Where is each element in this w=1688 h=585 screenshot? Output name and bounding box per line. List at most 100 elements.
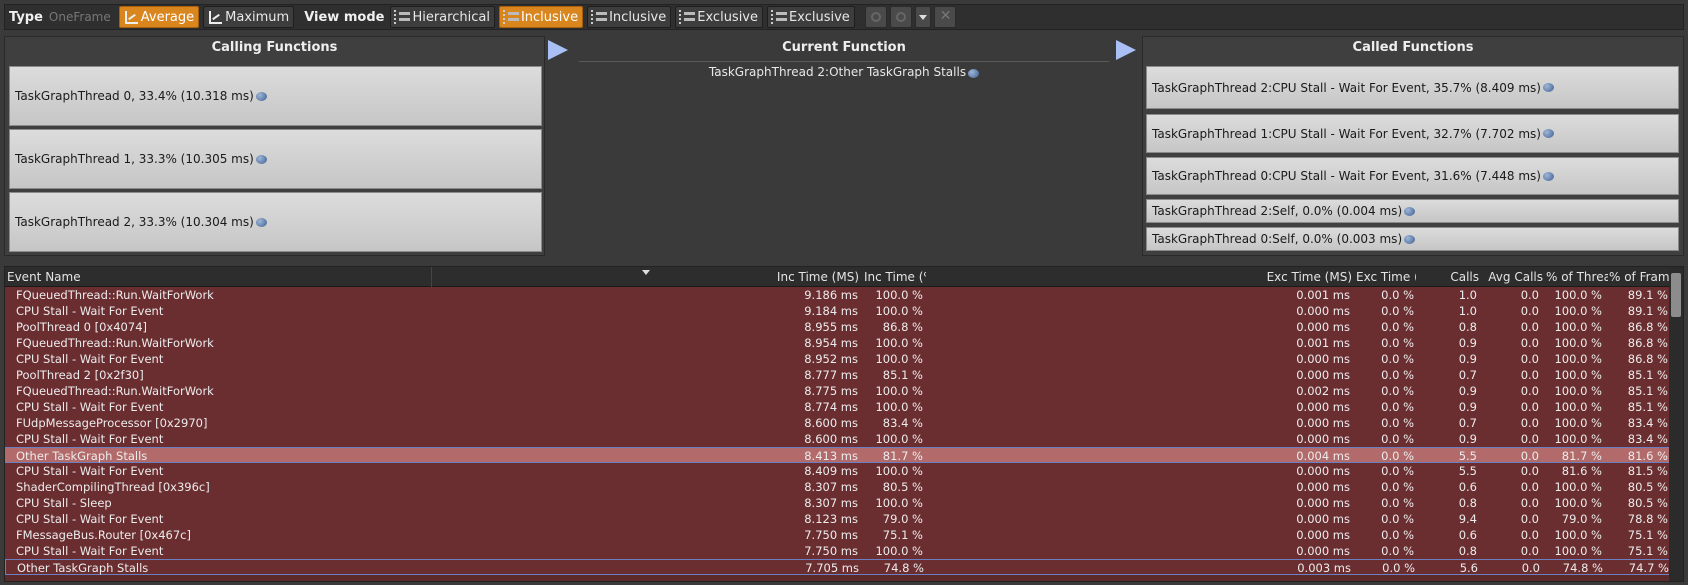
called-function-item[interactable]: TaskGraphThread 2:CPU Stall - Wait For E…: [1146, 66, 1679, 109]
table-row[interactable]: FQueuedThread::Run.WaitForWork 9.186 ms 10…: [5, 287, 1671, 303]
column-exc-time-pct[interactable]: Exc Time (%: [1356, 270, 1416, 284]
table-row[interactable]: FMessageBus.Router [0x467c] 7.750 ms 75.1 …: [5, 527, 1671, 543]
table-row[interactable]: PoolThread 0 [0x4074] 8.955 ms 86.8 % 0.000…: [5, 319, 1671, 335]
cell-inc-ms: 8.600 ms: [804, 432, 858, 446]
column-pct-frame[interactable]: % of Frame: [1609, 270, 1671, 284]
column-inc-time-ms[interactable]: Inc Time (MS): [685, 270, 859, 284]
calling-function-label: TaskGraphThread 1, 33.3% (10.305 ms): [15, 152, 254, 166]
cell-exc-ms: 0.000 ms: [1296, 368, 1350, 382]
cell-calls: 9.4: [1458, 512, 1477, 526]
cell-exc-ms: 0.000 ms: [1296, 528, 1350, 542]
cell-name: CPU Stall - Wait For Event: [16, 464, 164, 478]
cell-avg: 0.0: [1520, 400, 1539, 414]
cell-inc-pct: 74.8 %: [883, 561, 924, 575]
table-row[interactable]: FQueuedThread::Run.WaitForWork 8.954 ms 10…: [5, 335, 1671, 351]
cell-exc-ms: 0.000 ms: [1296, 464, 1350, 478]
cell-exc-ms: 0.000 ms: [1296, 544, 1350, 558]
called-function-item[interactable]: TaskGraphThread 0:CPU Stall - Wait For E…: [1146, 157, 1679, 195]
cell-thread: 100.0 %: [1554, 416, 1602, 430]
column-event-name[interactable]: Event Name: [7, 270, 397, 284]
current-function-name: TaskGraphThread 2:Other TaskGraph Stalls: [579, 65, 1109, 79]
cell-thread: 100.0 %: [1554, 480, 1602, 494]
hierarchical-label: Hierarchical: [412, 9, 490, 25]
cell-inc-ms: 8.952 ms: [804, 352, 858, 366]
cell-exc-pct: 0.0 %: [1381, 432, 1414, 446]
cell-frame: 75.1 %: [1627, 544, 1668, 558]
table-row[interactable]: CPU Stall - Wait For Event 8.952 ms 100.0 …: [5, 351, 1671, 367]
called-function-item[interactable]: TaskGraphThread 0:Self, 0.0% (0.003 ms): [1146, 227, 1679, 251]
cell-avg: 0.0: [1520, 432, 1539, 446]
cell-inc-ms: 7.705 ms: [805, 561, 859, 575]
table-row[interactable]: Other TaskGraph Stalls 8.413 ms 81.7 % 0.00…: [5, 447, 1671, 463]
cell-thread: 100.0 %: [1554, 544, 1602, 558]
history-back-button[interactable]: [864, 6, 887, 28]
column-exc-time-ms[interactable]: Exc Time (MS): [1205, 270, 1352, 284]
table-row[interactable]: CPU Stall - Wait For Event 9.184 ms 100.0 …: [5, 303, 1671, 319]
cell-calls: 5.6: [1459, 561, 1478, 575]
chart-icon: [123, 10, 139, 24]
calling-function-item[interactable]: TaskGraphThread 2, 33.3% (10.304 ms): [9, 192, 542, 252]
history-forward-button[interactable]: [889, 6, 912, 28]
table-row[interactable]: ShaderCompilingThread [0x396c] 8.307 ms 80…: [5, 479, 1671, 495]
inclusive-button[interactable]: Inclusive: [587, 6, 672, 28]
cell-calls: 0.8: [1458, 544, 1477, 558]
vertical-scrollbar[interactable]: [1669, 267, 1683, 581]
cell-thread: 100.0 %: [1554, 304, 1602, 318]
cell-thread: 100.0 %: [1554, 368, 1602, 382]
cell-exc-pct: 0.0 %: [1381, 288, 1414, 302]
reset-button[interactable]: ✕: [933, 6, 956, 28]
cell-name: CPU Stall - Wait For Event: [16, 512, 164, 526]
table-row[interactable]: CPU Stall - Wait For Event 8.409 ms 100.0 …: [5, 463, 1671, 479]
exclusive-button-1[interactable]: Exclusive: [675, 6, 764, 28]
inclusive-active-button[interactable]: Inclusive: [498, 6, 584, 28]
calling-function-item[interactable]: TaskGraphThread 1, 33.3% (10.305 ms): [9, 129, 542, 189]
history-icon: [870, 12, 881, 22]
cell-inc-pct: 100.0 %: [875, 336, 923, 350]
hierarchical-button[interactable]: Hierarchical: [390, 6, 495, 28]
table-row[interactable]: FUdpMessageProcessor [0x2970] 8.600 ms 83.…: [5, 415, 1671, 431]
table-row[interactable]: CPU Stall - Sleep 8.307 ms 100.0 % 0.000 ms…: [5, 495, 1671, 511]
cell-avg: 0.0: [1520, 544, 1539, 558]
cell-thread: 79.0 %: [1561, 512, 1602, 526]
cell-exc-pct: 0.0 %: [1381, 384, 1414, 398]
column-pct-thread[interactable]: % of Threac: [1546, 270, 1608, 284]
maximum-button[interactable]: Maximum: [203, 6, 295, 28]
history-icon: [895, 12, 906, 22]
cell-frame: 86.8 %: [1627, 352, 1668, 366]
table-row[interactable]: Other TaskGraph Stalls 7.705 ms 74.8 % 0.00…: [5, 559, 1671, 575]
table-row[interactable]: CPU Stall - Wait For Event 8.123 ms 79.0 %…: [5, 511, 1671, 527]
chart-icon: [207, 10, 223, 24]
column-avg-calls[interactable]: Avg Calls: [1483, 270, 1543, 284]
scrollbar-thumb[interactable]: [1671, 273, 1681, 317]
cell-exc-pct: 0.0 %: [1381, 528, 1414, 542]
table-row[interactable]: FQueuedThread::Run.WaitForWork 8.775 ms 10…: [5, 383, 1671, 399]
table-row[interactable]: CPU Stall - Wait For Event 8.774 ms 100.0 …: [5, 399, 1671, 415]
cell-exc-ms: 0.000 ms: [1296, 416, 1350, 430]
cell-name: CPU Stall - Wait For Event: [16, 432, 164, 446]
table-row[interactable]: PoolThread 2 [0x2f30] 8.777 ms 85.1 % 0.000…: [5, 367, 1671, 383]
cell-frame: 89.1 %: [1627, 304, 1668, 318]
cell-thread: 100.0 %: [1554, 352, 1602, 366]
toolbar: Type OneFrame Average Maximum View mode …: [4, 4, 1684, 30]
called-function-item[interactable]: TaskGraphThread 2:Self, 0.0% (0.004 ms): [1146, 199, 1679, 223]
cell-name: CPU Stall - Wait For Event: [16, 544, 164, 558]
oneframe-option[interactable]: OneFrame: [49, 10, 111, 24]
calling-function-label: TaskGraphThread 0, 33.4% (10.318 ms): [15, 89, 254, 103]
table-row[interactable]: CPU Stall - Wait For Event 7.750 ms 100.0 …: [5, 543, 1671, 559]
column-calls[interactable]: Calls: [1419, 270, 1479, 284]
cell-name: PoolThread 0 [0x4074]: [16, 320, 147, 334]
list-icon: [679, 10, 696, 24]
exclusive-button-2[interactable]: Exclusive: [767, 6, 855, 28]
cell-thread: 100.0 %: [1554, 432, 1602, 446]
calling-function-item[interactable]: TaskGraphThread 0, 33.4% (10.318 ms): [9, 66, 542, 126]
average-button[interactable]: Average: [118, 6, 200, 28]
cell-inc-ms: 8.307 ms: [804, 496, 858, 510]
table-row[interactable]: CPU Stall - Wait For Event 8.600 ms 100.0 …: [5, 431, 1671, 447]
cell-avg: 0.0: [1520, 320, 1539, 334]
column-inc-time-pct[interactable]: Inc Time (%: [864, 270, 926, 284]
cell-frame: 85.1 %: [1627, 384, 1668, 398]
hierarchy-icon: [394, 10, 411, 24]
history-dropdown-button[interactable]: [914, 6, 931, 28]
called-function-item[interactable]: TaskGraphThread 1:CPU Stall - Wait For E…: [1146, 114, 1679, 153]
cell-calls: 0.9: [1458, 400, 1477, 414]
